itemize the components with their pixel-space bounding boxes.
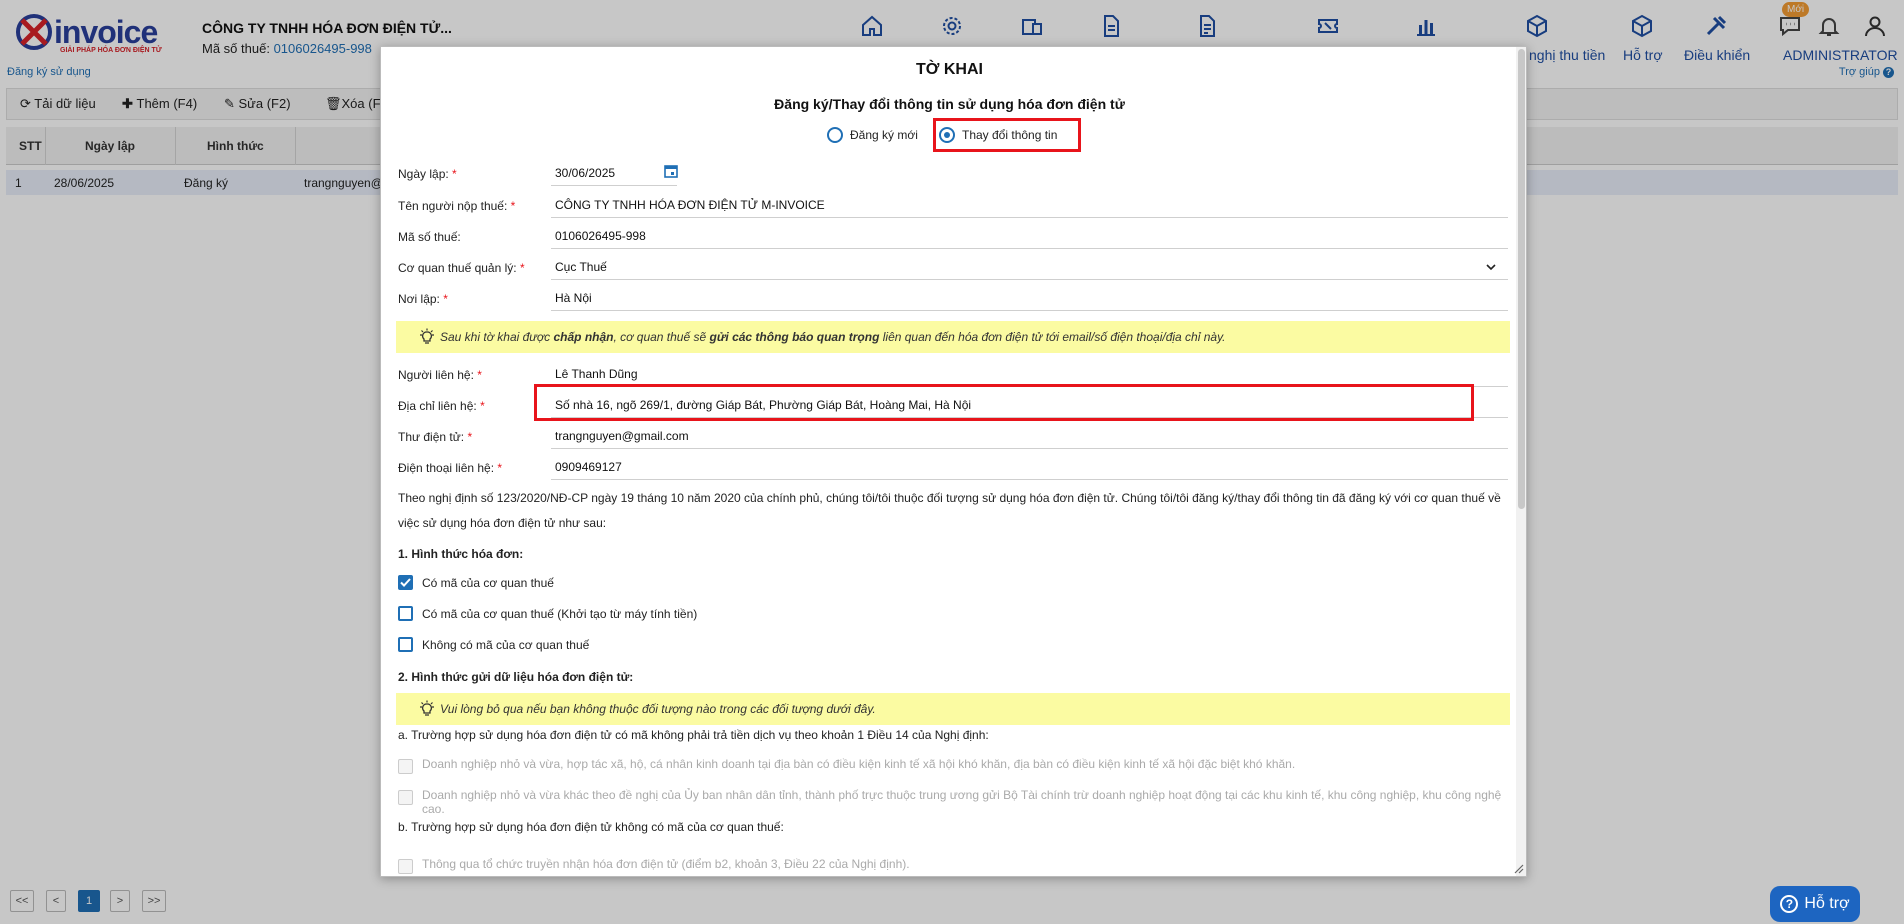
support-button-label: Hỗ trợ — [1804, 895, 1850, 912]
field-co-quan-thue: Cơ quan thuế quản lý: * Cục Thuế — [398, 254, 1508, 280]
nguoi-lh-label: Người liên hệ: * — [398, 368, 482, 382]
field-ten-nnt: Tên người nộp thuế: * CÔNG TY TNHH HÓA Đ… — [398, 192, 1508, 218]
checkbox-case-a2: Doanh nghiệp nhỏ và vừa khác theo đề ngh… — [398, 788, 1508, 816]
checkbox-disabled — [398, 790, 413, 805]
ngay-lap-label: Ngày lập: * — [398, 167, 457, 181]
phone-label: Điện thoại liên hệ: * — [398, 461, 503, 475]
ngay-lap-input[interactable]: 30/06/2025 — [551, 160, 677, 186]
lightbulb-icon — [420, 700, 434, 716]
question-icon: ? — [1780, 895, 1799, 913]
field-noi-lap: Nơi lập: * Hà Nội — [398, 285, 1508, 311]
check-icon — [400, 578, 411, 587]
highlight-box — [534, 384, 1474, 421]
scrollbar-thumb[interactable] — [1518, 49, 1525, 509]
checkbox-disabled — [398, 759, 413, 774]
case-a-heading: a. Trường hợp sử dụng hóa đơn điện tử có… — [398, 728, 989, 742]
case-b1-label: Thông qua tổ chức truyền nhận hóa đơn đi… — [422, 857, 910, 871]
declaration-paragraph: Theo nghị định số 123/2020/NĐ-CP ngày 19… — [398, 491, 1501, 530]
field-email: Thư điện tử: * trangnguyen@gmail.com — [398, 423, 1508, 449]
chevron-down-icon — [1486, 264, 1496, 271]
checkbox-co-ma-mtt-label: Có mã của cơ quan thuế (Khởi tạo từ máy … — [422, 606, 698, 621]
case-b-heading: b. Trường hợp sử dụng hóa đơn điện tử kh… — [398, 820, 784, 834]
ten-nnt-input[interactable]: CÔNG TY TNHH HÓA ĐƠN ĐIỆN TỬ M-INVOICE — [551, 192, 1508, 218]
radio-register-new[interactable]: Đăng ký mới — [827, 127, 918, 143]
dia-chi-label: Địa chỉ liên hệ: * — [398, 399, 485, 413]
checkbox-co-ma-mtt[interactable]: Có mã của cơ quan thuế (Khởi tạo từ máy … — [398, 606, 697, 621]
checkbox-checked — [398, 575, 413, 590]
checkbox-co-ma-label: Có mã của cơ quan thuế — [422, 575, 554, 590]
mst-label: Mã số thuế: — [398, 230, 461, 244]
modal-scrollbar[interactable] — [1516, 47, 1526, 876]
radio-circle — [827, 127, 843, 143]
mst-input[interactable]: 0106026495-998 — [551, 223, 1508, 249]
phone-input[interactable]: 0909469127 — [551, 454, 1508, 480]
ten-nnt-label: Tên người nộp thuế: * — [398, 199, 516, 213]
support-button[interactable]: ? Hỗ trợ — [1770, 886, 1860, 922]
checkbox-disabled — [398, 859, 413, 874]
field-phone: Điện thoại liên hệ: * 0909469127 — [398, 454, 1508, 480]
email-label: Thư điện tử: * — [398, 430, 473, 444]
radio-register-new-label: Đăng ký mới — [850, 128, 918, 142]
case-a2-label: Doanh nghiệp nhỏ và vừa khác theo đề ngh… — [422, 788, 1502, 816]
tip-banner-skip: Vui lòng bỏ qua nếu bạn không thuộc đối … — [396, 693, 1510, 725]
cqt-select[interactable]: Cục Thuế — [551, 254, 1508, 280]
checkbox-co-ma[interactable]: Có mã của cơ quan thuế — [398, 575, 554, 590]
modal-subtitle: Đăng ký/Thay đổi thông tin sử dụng hóa đ… — [774, 96, 1125, 112]
highlight-box — [933, 118, 1081, 152]
modal-title: TỜ KHAI — [916, 61, 983, 78]
resize-grip-icon[interactable] — [1512, 862, 1524, 874]
checkbox-khong-ma[interactable]: Không có mã của cơ quan thuế — [398, 637, 589, 652]
section-send-method: 2. Hình thức gửi dữ liệu hóa đơn điện tử… — [398, 670, 634, 684]
checkbox-empty — [398, 606, 413, 621]
noi-lap-label: Nơi lập: * — [398, 292, 448, 306]
field-mst: Mã số thuế: 0106026495-998 — [398, 223, 1508, 249]
declaration-modal: TỜ KHAI Đăng ký/Thay đổi thông tin sử dụ… — [380, 46, 1527, 877]
checkbox-empty — [398, 637, 413, 652]
checkbox-khong-ma-label: Không có mã của cơ quan thuế — [422, 637, 590, 652]
noi-lap-input[interactable]: Hà Nội — [551, 285, 1508, 311]
tip-text: Sau khi tờ khai được chấp nhận, cơ quan … — [440, 330, 1226, 344]
tip2-text: Vui lòng bỏ qua nếu bạn không thuộc đối … — [440, 702, 876, 716]
section-invoice-type: 1. Hình thức hóa đơn: — [398, 547, 524, 561]
cqt-label: Cơ quan thuế quản lý: * — [398, 261, 525, 275]
checkbox-case-a1: Doanh nghiệp nhỏ và vừa, hợp tác xã, hộ,… — [398, 757, 1508, 774]
checkbox-case-b1: Thông qua tổ chức truyền nhận hóa đơn đi… — [398, 857, 1508, 874]
lightbulb-icon — [420, 328, 434, 344]
tip-banner-contact: Sau khi tờ khai được chấp nhận, cơ quan … — [396, 321, 1510, 353]
field-ngay-lap: Ngày lập: * 30/06/2025 — [398, 160, 1508, 186]
case-a1-label: Doanh nghiệp nhỏ và vừa, hợp tác xã, hộ,… — [422, 757, 1296, 771]
email-input[interactable]: trangnguyen@gmail.com — [551, 423, 1508, 449]
calendar-icon[interactable] — [664, 164, 678, 178]
